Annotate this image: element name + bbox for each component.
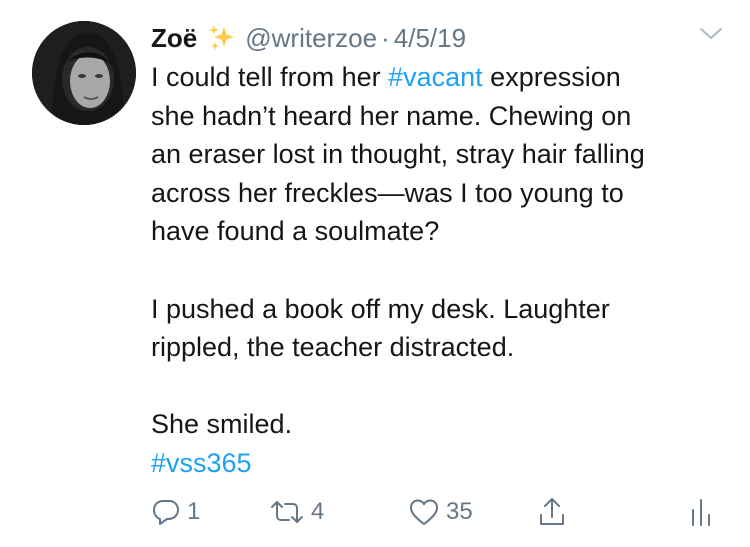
tweet-line: She smiled. — [151, 409, 293, 440]
share-icon — [540, 498, 564, 525]
separator-dot: · — [381, 22, 390, 53]
tweet-line: have found a soulmate? — [151, 216, 440, 247]
sparkles-icon — [207, 23, 237, 53]
reply-icon — [153, 500, 179, 525]
analytics-button[interactable] — [689, 494, 713, 530]
retweet-icon — [271, 501, 303, 523]
tweet-date[interactable]: 4/5/19 — [394, 23, 466, 54]
heart-icon — [410, 499, 438, 525]
reply-count: 1 — [187, 498, 201, 525]
tweet-line: rippled, the teacher distracted. — [151, 332, 515, 363]
tweet-line: across her freckles—was I too young to — [151, 177, 624, 208]
tweet-line: an eraser lost in thought, stray hair fa… — [151, 139, 645, 170]
tweet-line: I could tell from her #vacant expression — [151, 62, 621, 92]
analytics-icon — [692, 499, 710, 526]
tweet-text: I could tell from her #vacant expression… — [151, 58, 731, 483]
avatar-image — [32, 21, 136, 125]
tweet-line: I pushed a book off my desk. Laughter — [151, 293, 610, 324]
retweet-count: 4 — [311, 498, 325, 525]
like-count: 35 — [446, 498, 473, 525]
reply-button[interactable]: 1 — [151, 494, 200, 530]
tweet-header: Zoë @writerzoe · 4/5/19 — [151, 18, 466, 58]
hashtag-link[interactable]: #vss365 — [151, 448, 252, 478]
tweet-line: she hadn’t heard her name. Chewing on — [151, 100, 632, 131]
display-name[interactable]: Zoë — [151, 23, 197, 54]
like-button[interactable]: 35 — [408, 494, 473, 530]
chevron-down-icon[interactable] — [698, 24, 724, 44]
share-button[interactable] — [537, 494, 567, 530]
retweet-button[interactable]: 4 — [269, 494, 324, 530]
tweet-line: #vss365 — [151, 444, 731, 483]
hashtag-link[interactable]: #vacant — [388, 62, 483, 92]
avatar[interactable] — [32, 21, 136, 125]
tweet-actions: 1 4 35 — [151, 494, 721, 530]
user-handle[interactable]: @writerzoe — [245, 23, 377, 54]
